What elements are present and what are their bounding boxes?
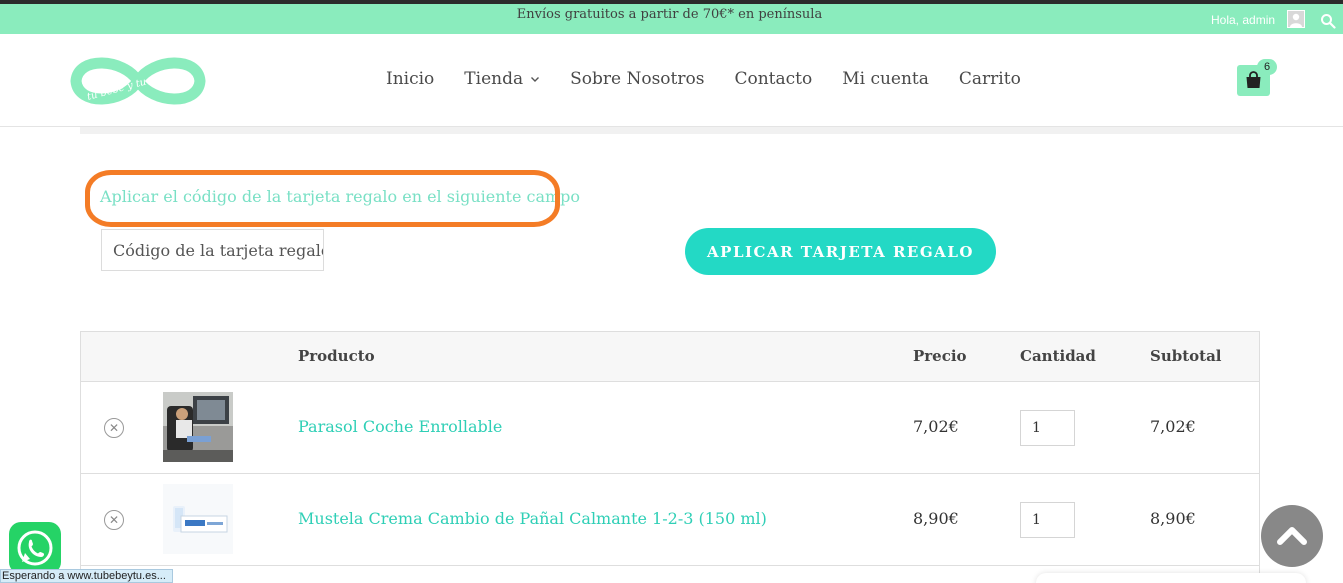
- gift-card-code-input[interactable]: [101, 229, 324, 271]
- nav-item-tienda[interactable]: Tienda: [464, 69, 540, 89]
- shopping-bag-icon: [1246, 71, 1261, 88]
- nav-item-contacto[interactable]: Contacto: [734, 69, 812, 89]
- user-avatar-icon[interactable]: [1287, 10, 1305, 28]
- nav-label: Mi cuenta: [842, 69, 929, 89]
- product-name-link[interactable]: Parasol Coche Enrollable: [298, 417, 502, 436]
- header-price: Precio: [913, 347, 967, 365]
- product-price: 7,02€: [913, 417, 959, 436]
- chat-widget-edge: [1036, 573, 1306, 583]
- product-subtotal: 8,90€: [1150, 509, 1196, 528]
- gift-card-label: Aplicar el código de la tarjeta regalo e…: [100, 187, 581, 206]
- header-quantity: Cantidad: [1020, 347, 1096, 365]
- notice-strip: [80, 127, 1260, 134]
- browser-status-bar: Esperando a www.tubebeytu.es...: [0, 569, 173, 583]
- cart-count-badge: 6: [1257, 59, 1277, 75]
- whatsapp-icon: [17, 530, 53, 566]
- nav-label: Sobre Nosotros: [570, 69, 705, 89]
- remove-item-icon[interactable]: ✕: [104, 510, 124, 530]
- nav-item-mi-cuenta[interactable]: Mi cuenta: [842, 69, 929, 89]
- search-icon[interactable]: [1320, 13, 1336, 29]
- product-thumbnail[interactable]: [163, 392, 233, 462]
- product-thumbnail[interactable]: [163, 484, 233, 554]
- user-greeting[interactable]: Hola, admin: [1211, 13, 1275, 27]
- quantity-input[interactable]: [1020, 502, 1075, 538]
- nav-item-sobre-nosotros[interactable]: Sobre Nosotros: [570, 69, 704, 89]
- site-logo[interactable]: tu bebe y tu: [68, 48, 208, 118]
- main-nav: Inicio Tienda Sobre Nosotros Contacto Mi…: [386, 69, 1051, 89]
- nav-label: Carrito: [958, 69, 1021, 89]
- table-row: ✕ Parasol Coche Enrollable 7,02€ 7,02€: [81, 382, 1259, 474]
- cart-table-header: Producto Precio Cantidad Subtotal: [81, 332, 1259, 382]
- nav-label: Inicio: [386, 69, 435, 89]
- chevron-down-icon: [531, 77, 540, 82]
- header-product: Producto: [298, 347, 375, 365]
- scroll-to-top-button[interactable]: [1261, 505, 1323, 567]
- nav-label: Tienda: [464, 69, 524, 89]
- shipping-notice: Envíos gratuitos a partir de 70€* en pen…: [516, 7, 823, 22]
- chevron-up-icon: [1277, 527, 1307, 545]
- remove-item-icon[interactable]: ✕: [104, 418, 124, 438]
- apply-gift-card-button[interactable]: APLICAR TARJETA REGALO: [685, 228, 996, 275]
- nav-label: Contacto: [734, 69, 813, 89]
- table-row: ✕ Mustela Crema Cambio de Pañal Calmante…: [81, 474, 1259, 566]
- header-subtotal: Subtotal: [1150, 347, 1222, 365]
- top-announcement-bar: Envíos gratuitos a partir de 70€* en pen…: [0, 4, 1343, 34]
- quantity-input[interactable]: [1020, 410, 1075, 446]
- whatsapp-chat-button[interactable]: [9, 522, 61, 574]
- product-price: 8,90€: [913, 509, 959, 528]
- product-subtotal: 7,02€: [1150, 417, 1196, 436]
- nav-item-carrito[interactable]: Carrito: [959, 69, 1021, 89]
- site-header: tu bebe y tu Inicio Tienda Sobre Nosotro…: [0, 34, 1343, 127]
- nav-item-inicio[interactable]: Inicio: [386, 69, 434, 89]
- product-name-link[interactable]: Mustela Crema Cambio de Pañal Calmante 1…: [298, 509, 767, 528]
- cart-table: Producto Precio Cantidad Subtotal ✕ Para…: [80, 331, 1260, 583]
